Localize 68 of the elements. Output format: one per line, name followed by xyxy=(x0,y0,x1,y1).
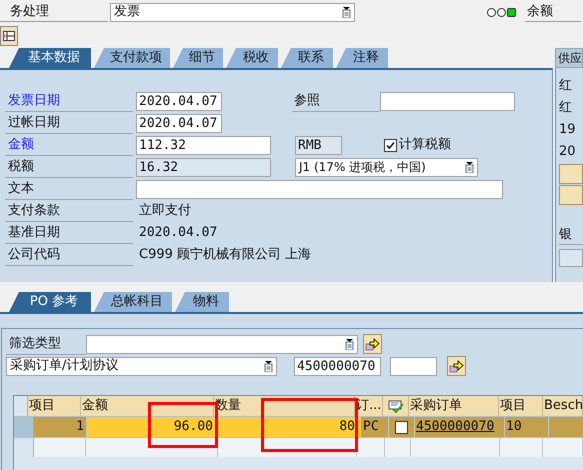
checkbox[interactable] xyxy=(395,420,408,434)
transaction-dropdown[interactable]: 发票 xyxy=(110,2,355,22)
tab[interactable]: 联系 xyxy=(281,48,333,68)
input-field[interactable] xyxy=(559,249,583,267)
execute-button[interactable] xyxy=(447,356,466,376)
dropdown-icon[interactable] xyxy=(264,360,273,372)
input-field[interactable] xyxy=(380,92,515,110)
tab[interactable]: 基本数据 xyxy=(9,48,91,68)
column-header[interactable]: Besch xyxy=(543,396,583,416)
field-label: 金额 xyxy=(5,134,133,156)
layout-icon xyxy=(3,31,15,41)
panel-header: 供应 xyxy=(555,48,583,68)
tab[interactable]: 税收 xyxy=(226,48,278,68)
field-label: 基准日期 xyxy=(5,222,133,244)
side-text: 19 xyxy=(559,121,577,139)
column-header[interactable] xyxy=(383,396,409,416)
arrow-icon xyxy=(449,360,464,372)
tab[interactable]: 物料 xyxy=(175,292,229,312)
tab[interactable]: 注释 xyxy=(336,48,388,68)
document-type-dropdown[interactable]: 采购订单/计划协议 xyxy=(6,356,277,376)
field-label: 支付条款 xyxy=(5,200,133,222)
transaction-label: 务处理 xyxy=(0,2,108,22)
toolbar-button[interactable] xyxy=(0,26,18,46)
tab[interactable]: 总帐科目 xyxy=(94,292,172,312)
field-value: C999 顾宁机械有限公司 上海 xyxy=(139,246,312,264)
checkbox-label: 计算税额 xyxy=(399,136,451,154)
field-label: 公司代码 xyxy=(5,244,133,266)
input-field[interactable]: 2020.04.07 xyxy=(136,114,222,132)
balance-label: 余额 xyxy=(525,2,581,22)
field-value: 立即支付 xyxy=(139,202,191,220)
po-number-field[interactable]: 4500000070 xyxy=(294,356,381,376)
table-cell: PC xyxy=(361,417,389,437)
input-field[interactable] xyxy=(136,180,503,198)
currency-field: RMB xyxy=(295,136,342,154)
readonly-field: 16.32 xyxy=(136,158,271,176)
tab[interactable]: PO 参考 xyxy=(9,292,91,312)
side-text: 红 xyxy=(559,99,573,117)
checklist-icon xyxy=(388,400,404,412)
tax-code-dropdown[interactable]: J1 (17% 进项税，中国) xyxy=(295,158,478,176)
table-cell: 96.00 xyxy=(87,417,220,437)
table-cell: 1 xyxy=(34,417,87,437)
dropdown-icon[interactable] xyxy=(342,6,351,18)
dropdown-icon[interactable] xyxy=(465,162,474,172)
checkbox[interactable] xyxy=(384,138,397,152)
column-header[interactable]: 采购订单 xyxy=(409,396,499,416)
field-value: 2020.04.07 xyxy=(139,224,218,242)
field-label: 税额 xyxy=(5,156,133,178)
column-header[interactable]: 金额 xyxy=(81,396,214,416)
column-header[interactable]: 项目 xyxy=(499,396,543,416)
input-field[interactable] xyxy=(390,356,437,376)
input-field[interactable]: 2020.04.07 xyxy=(136,92,222,110)
tab[interactable]: 支付款项 xyxy=(94,48,170,68)
table-cell: 10 xyxy=(505,417,549,437)
side-text: 20 xyxy=(559,143,577,161)
field-label: 文本 xyxy=(5,178,133,200)
tab[interactable]: 细节 xyxy=(173,48,223,68)
side-text: 红 xyxy=(559,77,573,95)
table-cell: 80 xyxy=(220,417,361,437)
field-label: 发票日期 xyxy=(5,90,133,112)
field-label: 过帐日期 xyxy=(5,112,133,134)
bank-label: 银 xyxy=(559,225,583,245)
check-icon xyxy=(386,140,395,150)
input-field[interactable]: 112.32 xyxy=(136,136,271,154)
column-header[interactable]: 项目 xyxy=(28,396,81,416)
dropdown-icon[interactable] xyxy=(345,338,354,350)
execute-button[interactable] xyxy=(363,334,382,354)
arrow-icon xyxy=(365,338,380,350)
table-cell xyxy=(549,417,583,437)
